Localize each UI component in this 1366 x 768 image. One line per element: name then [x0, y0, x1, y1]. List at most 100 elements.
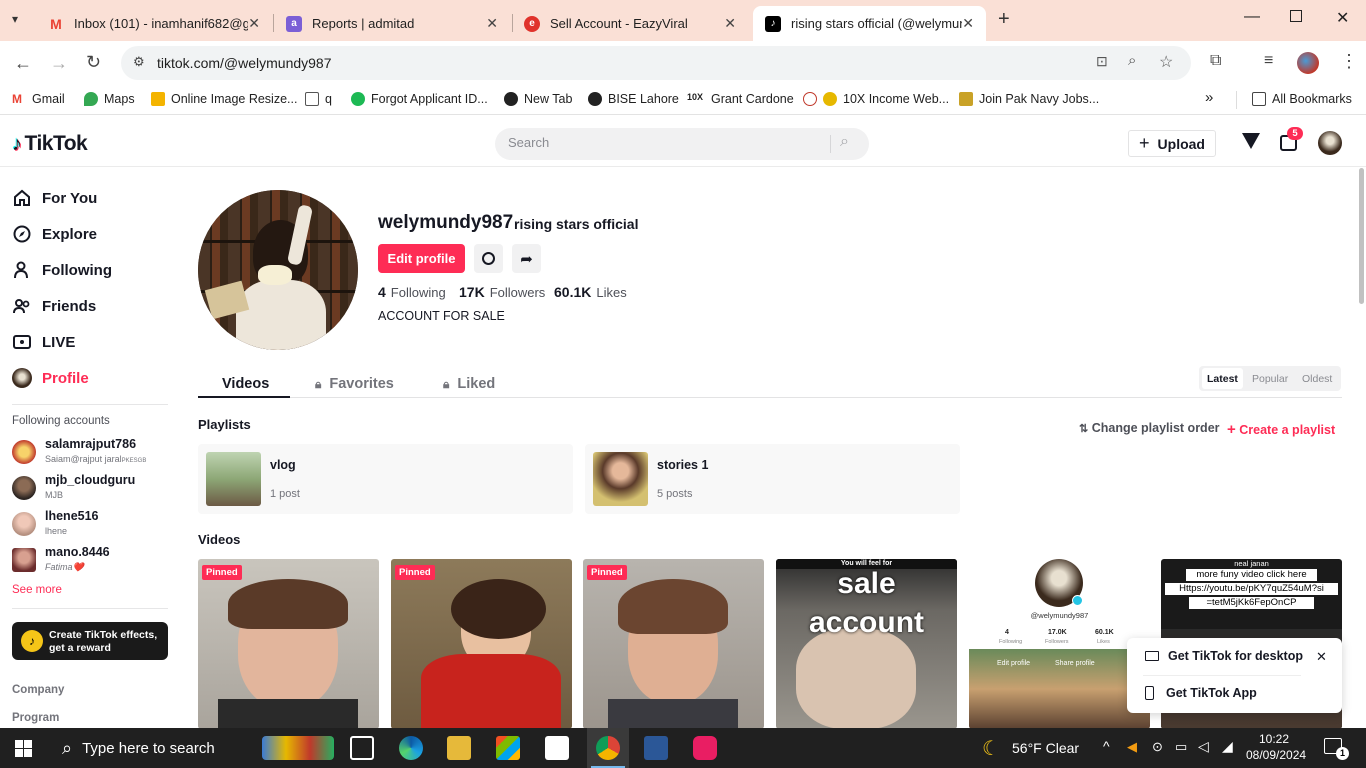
camera-icon[interactable]: ⊙: [1152, 739, 1163, 755]
chrome-menu-icon[interactable]: ⋮: [1340, 51, 1358, 72]
app-icon-robot[interactable]: [693, 736, 717, 760]
playlist-card-vlog[interactable]: vlog 1 post: [198, 444, 573, 514]
browser-tab-eazyviral[interactable]: e Sell Account - EazyViral ✕: [512, 6, 748, 41]
tab-videos[interactable]: Videos: [222, 371, 269, 397]
sidebar-item-profile[interactable]: Profile: [12, 363, 89, 393]
sort-oldest[interactable]: Oldest: [1297, 368, 1337, 389]
stat-followers[interactable]: 17K Followers: [459, 284, 545, 300]
create-playlist-button[interactable]: + Create a playlist: [1227, 421, 1335, 438]
search-input[interactable]: [508, 135, 818, 150]
address-bar[interactable]: ⚙ tiktok.com/@welymundy987 ⊡ ⌕ ☆: [121, 46, 1191, 80]
change-playlist-order-button[interactable]: ⇅ Change playlist order: [1079, 421, 1220, 435]
edit-profile-button[interactable]: Edit profile: [378, 244, 465, 273]
bookmark-new-tab[interactable]: New Tab: [504, 92, 572, 106]
reload-icon[interactable]: ↻: [86, 52, 101, 73]
footer-program[interactable]: Program: [12, 712, 59, 724]
edge-icon[interactable]: [399, 736, 423, 760]
all-bookmarks[interactable]: All Bookmarks: [1252, 92, 1352, 106]
sidebar-item-following[interactable]: Following: [12, 255, 112, 285]
url-text[interactable]: tiktok.com/@welymundy987: [157, 55, 332, 71]
sort-latest[interactable]: Latest: [1202, 368, 1243, 389]
taskbar-search[interactable]: ⌕ Type here to search: [48, 728, 258, 768]
bookmark-forgot-applicant[interactable]: Forgot Applicant ID...: [351, 92, 488, 106]
bookmarks-overflow-button[interactable]: »: [1205, 89, 1213, 106]
close-tab-icon[interactable]: ✕: [962, 15, 974, 32]
mail-icon[interactable]: [545, 736, 569, 760]
video-card[interactable]: Pinned: [198, 559, 379, 729]
messages-icon[interactable]: [1242, 133, 1260, 149]
following-account-item[interactable]: mjb_cloudguru MJB: [12, 473, 172, 505]
browser-tab-admitad[interactable]: a Reports | admitad ✕: [274, 6, 510, 41]
install-app-icon[interactable]: ⊡: [1096, 53, 1108, 70]
see-more-link[interactable]: See more: [12, 584, 62, 596]
create-effects-banner[interactable]: ♪ Create TikTok effects, get a reward: [12, 622, 168, 660]
video-card[interactable]: You will feel for sale account: [776, 559, 957, 729]
volume-warning-icon[interactable]: ◀: [1127, 739, 1137, 755]
close-window-button[interactable]: ✕: [1336, 8, 1349, 28]
media-control-icon[interactable]: ≡: [1264, 52, 1273, 70]
tab-liked[interactable]: 🔒︎ Liked: [443, 371, 495, 397]
back-icon[interactable]: ←: [14, 53, 32, 74]
task-view-icon[interactable]: [350, 736, 374, 760]
video-card[interactable]: @welymundy987 4 17.0K 60.1K Following Fo…: [969, 559, 1150, 729]
profile-avatar[interactable]: [198, 190, 358, 350]
close-tab-icon[interactable]: ✕: [486, 15, 498, 32]
minimize-button[interactable]: —: [1244, 8, 1260, 26]
site-settings-icon[interactable]: ⚙: [133, 54, 145, 70]
bookmark-q[interactable]: q: [305, 92, 332, 106]
windows-start-icon[interactable]: [15, 740, 32, 757]
extensions-icon[interactable]: ⧉: [1210, 52, 1221, 70]
get-app-link[interactable]: Get TikTok App: [1145, 686, 1257, 700]
following-account-item[interactable]: salamrajput786 Saiam@rajput jaralPKESGB: [12, 437, 172, 469]
bookmark-maps[interactable]: Maps: [84, 92, 135, 106]
close-icon[interactable]: ✕: [1316, 649, 1327, 665]
video-card[interactable]: Pinned: [583, 559, 764, 729]
tab-favorites[interactable]: 🔒︎ Favorites: [315, 371, 394, 397]
sidebar-item-for-you[interactable]: For You: [12, 183, 97, 213]
clock-date[interactable]: 08/09/2024: [1246, 748, 1306, 762]
sidebar-item-explore[interactable]: Explore: [12, 219, 97, 249]
browser-tab-gmail[interactable]: M Inbox (101) - inamhanif682@gm ✕: [36, 6, 272, 41]
footer-company[interactable]: Company: [12, 684, 64, 696]
store-icon[interactable]: [496, 736, 520, 760]
bookmark-bise-lahore[interactable]: BISE Lahore: [588, 92, 679, 106]
bookmark-pak-navy[interactable]: Join Pak Navy Jobs...: [959, 92, 1099, 106]
bookmark-grant-cardone[interactable]: 10X Grant Cardone: [687, 92, 794, 106]
share-button[interactable]: ➦: [512, 244, 541, 273]
search-icon[interactable]: ⌕: [840, 133, 849, 151]
new-tab-button[interactable]: +: [998, 8, 1010, 31]
chrome-profile-avatar[interactable]: [1297, 52, 1319, 74]
video-card[interactable]: Pinned: [391, 559, 572, 729]
battery-icon[interactable]: ▭: [1175, 739, 1187, 755]
following-account-item[interactable]: lhene516 lhene: [12, 509, 172, 541]
speaker-icon[interactable]: ◁: [1198, 738, 1209, 755]
close-tab-icon[interactable]: ✕: [248, 15, 260, 32]
get-desktop-link[interactable]: Get TikTok for desktop: [1145, 649, 1303, 663]
weather-text[interactable]: 56°F Clear: [1012, 740, 1079, 756]
file-explorer-icon[interactable]: [447, 736, 471, 760]
tab-search-dropdown-icon[interactable]: ▾: [12, 12, 18, 26]
following-account-item[interactable]: mano.8446 Fatima❤️: [12, 545, 172, 577]
tiktok-logo[interactable]: ♪ TikTok: [12, 132, 88, 156]
photos-app-icon[interactable]: [644, 736, 668, 760]
zoom-icon[interactable]: ⌕: [1128, 52, 1136, 69]
sidebar-item-friends[interactable]: Friends: [12, 291, 96, 321]
upload-button[interactable]: + Upload: [1128, 130, 1216, 157]
user-avatar[interactable]: [1318, 131, 1342, 155]
clock-time[interactable]: 10:22: [1249, 732, 1299, 746]
stat-following[interactable]: 4 Following: [378, 284, 446, 300]
bookmark-image-resizer[interactable]: Online Image Resize...: [151, 92, 297, 106]
playlist-card-stories[interactable]: stories 1 5 posts: [585, 444, 960, 514]
forward-icon[interactable]: →: [50, 53, 68, 74]
sidebar-item-live[interactable]: LIVE: [12, 327, 75, 357]
bookmark-10x-income[interactable]: 10X Income Web...: [803, 92, 949, 106]
sort-popular[interactable]: Popular: [1247, 368, 1293, 389]
browser-tab-tiktok[interactable]: ♪ rising stars official (@welymundy ✕: [753, 6, 986, 41]
tray-overflow-icon[interactable]: ^: [1103, 738, 1110, 754]
close-tab-icon[interactable]: ✕: [724, 15, 736, 32]
page-scrollbar[interactable]: [1359, 168, 1364, 304]
bookmark-star-icon[interactable]: ☆: [1159, 52, 1173, 72]
settings-button[interactable]: [474, 244, 503, 273]
bookmark-gmail[interactable]: M Gmail: [12, 92, 65, 106]
restore-button[interactable]: [1290, 10, 1302, 22]
